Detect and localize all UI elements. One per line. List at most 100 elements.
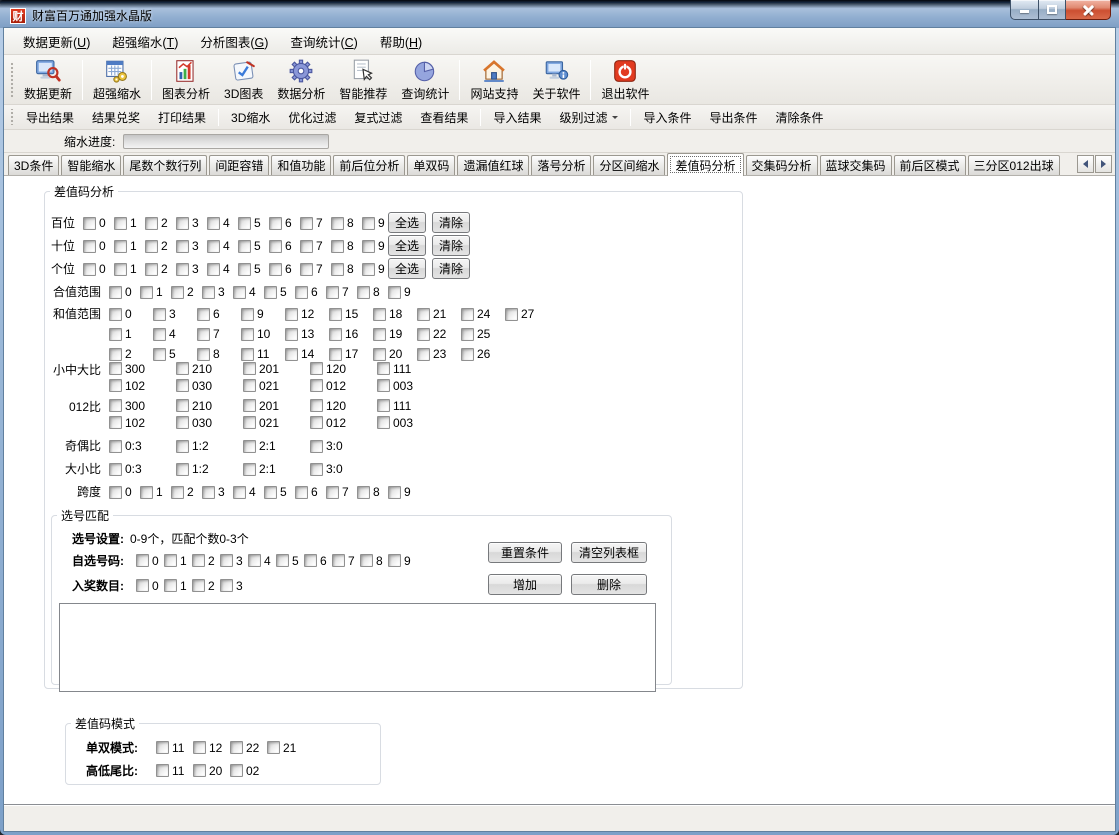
toolbar-grip[interactable]	[10, 109, 14, 125]
exit-software-button[interactable]: 退出软件	[594, 57, 656, 103]
checkbox[interactable]	[238, 217, 251, 230]
checkbox[interactable]	[331, 263, 344, 276]
print-results-button[interactable]: 打印结果	[149, 105, 215, 130]
checkbox[interactable]	[192, 579, 205, 592]
checkbox[interactable]	[197, 308, 210, 321]
tab-10[interactable]: 差值码分析	[667, 153, 743, 176]
menu-item-query-statistics[interactable]: 查询统计(C)	[279, 27, 368, 56]
checkbox[interactable]	[357, 286, 370, 299]
data-analysis-button[interactable]: 数据分析	[270, 57, 332, 103]
checkbox[interactable]	[285, 308, 298, 321]
checkbox[interactable]	[461, 308, 474, 321]
checkbox[interactable]	[109, 379, 122, 392]
checkbox[interactable]	[207, 240, 220, 253]
checkbox[interactable]	[377, 362, 390, 375]
tab-7[interactable]: 遗漏值红球	[457, 155, 529, 175]
checkbox[interactable]	[377, 379, 390, 392]
checkbox[interactable]	[156, 741, 169, 754]
checkbox[interactable]	[267, 741, 280, 754]
checkbox[interactable]	[83, 240, 96, 253]
checkbox[interactable]	[83, 217, 96, 230]
checkbox[interactable]	[295, 286, 308, 299]
view-results-button[interactable]: 查看结果	[411, 105, 477, 130]
tab-2[interactable]: 尾数个数行列	[123, 155, 207, 175]
checkbox[interactable]	[300, 240, 313, 253]
checkbox[interactable]	[285, 348, 298, 361]
checkbox[interactable]	[295, 486, 308, 499]
checkbox[interactable]	[220, 579, 233, 592]
tab-3[interactable]: 间距容错	[209, 155, 269, 175]
checkbox[interactable]	[241, 308, 254, 321]
clear-listbox-button[interactable]: 清空列表框	[571, 542, 647, 563]
checkbox[interactable]	[176, 263, 189, 276]
checkbox[interactable]	[171, 286, 184, 299]
checkbox[interactable]	[269, 217, 282, 230]
checkbox[interactable]	[461, 328, 474, 341]
checkbox[interactable]	[300, 217, 313, 230]
checkbox[interactable]	[109, 348, 122, 361]
menu-item-super-shrink[interactable]: 超强缩水(T)	[101, 27, 189, 56]
checkbox[interactable]	[329, 328, 342, 341]
checkbox[interactable]	[156, 764, 169, 777]
checkbox[interactable]	[373, 308, 386, 321]
checkbox[interactable]	[109, 440, 122, 453]
tab-9[interactable]: 分区间缩水	[593, 155, 665, 175]
checkbox[interactable]	[153, 328, 166, 341]
tab-0[interactable]: 3D条件	[8, 155, 59, 175]
checkbox[interactable]	[326, 486, 339, 499]
checkbox[interactable]	[109, 286, 122, 299]
close-button[interactable]	[1066, 0, 1111, 20]
checkbox[interactable]	[202, 486, 215, 499]
checkbox[interactable]	[417, 308, 430, 321]
checkbox[interactable]	[176, 362, 189, 375]
toolbar-grip[interactable]	[10, 61, 14, 99]
checkbox[interactable]	[109, 486, 122, 499]
checkbox[interactable]	[153, 308, 166, 321]
checkbox[interactable]	[310, 379, 323, 392]
checkbox[interactable]	[238, 263, 251, 276]
checkbox[interactable]	[331, 217, 344, 230]
checkbox[interactable]	[233, 486, 246, 499]
checkbox[interactable]	[114, 217, 127, 230]
about-software-button[interactable]: 关于软件	[525, 57, 587, 103]
checkbox[interactable]	[145, 263, 158, 276]
checkbox[interactable]	[176, 416, 189, 429]
checkbox[interactable]	[377, 399, 390, 412]
checkbox[interactable]	[192, 554, 205, 567]
checkbox[interactable]	[83, 263, 96, 276]
checkbox[interactable]	[164, 579, 177, 592]
checkbox[interactable]	[176, 440, 189, 453]
checkbox[interactable]	[109, 399, 122, 412]
checkbox[interactable]	[388, 486, 401, 499]
menu-item-data-update[interactable]: 数据更新(U)	[12, 27, 101, 56]
checkbox[interactable]	[140, 486, 153, 499]
clear-button[interactable]: 清除	[432, 212, 470, 233]
export-conditions-button[interactable]: 导出条件	[700, 105, 766, 130]
checkbox[interactable]	[329, 308, 342, 321]
checkbox[interactable]	[171, 486, 184, 499]
checkbox[interactable]	[109, 328, 122, 341]
import-results-button[interactable]: 导入结果	[484, 105, 550, 130]
tab-12[interactable]: 蓝球交集码	[820, 155, 892, 175]
checkbox[interactable]	[310, 463, 323, 476]
tab-11[interactable]: 交集码分析	[746, 155, 818, 175]
checkbox[interactable]	[197, 348, 210, 361]
clear-button[interactable]: 清除	[432, 235, 470, 256]
checkbox[interactable]	[243, 416, 256, 429]
checkbox[interactable]	[362, 263, 375, 276]
checkbox[interactable]	[362, 240, 375, 253]
checkbox[interactable]	[114, 263, 127, 276]
checkbox[interactable]	[243, 440, 256, 453]
tab-8[interactable]: 落号分析	[531, 155, 591, 175]
checkbox[interactable]	[300, 263, 313, 276]
tab-5[interactable]: 前后位分析	[333, 155, 405, 175]
checkbox[interactable]	[243, 463, 256, 476]
optimize-filter-button[interactable]: 优化过滤	[279, 105, 345, 130]
maximize-button[interactable]	[1039, 0, 1066, 20]
delete-button[interactable]: 删除	[571, 574, 647, 595]
checkbox[interactable]	[377, 416, 390, 429]
checkbox[interactable]	[220, 554, 233, 567]
checkbox[interactable]	[109, 362, 122, 375]
checkbox[interactable]	[164, 554, 177, 567]
super-shrink-button[interactable]: 超强缩水	[86, 57, 148, 103]
